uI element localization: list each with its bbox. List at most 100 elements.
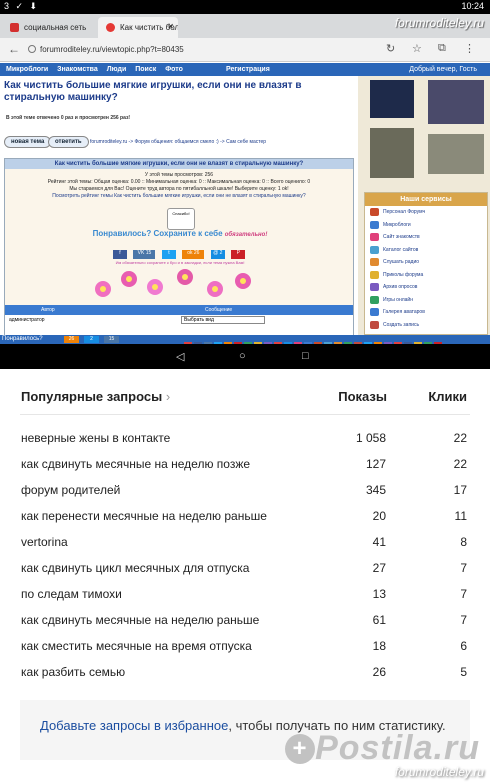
close-tab-icon[interactable]: ✕ <box>167 22 174 31</box>
query-row[interactable]: как перенести месячные на неделю раньше 2… <box>0 503 490 529</box>
thumbnail[interactable] <box>428 80 484 124</box>
site-bottom-bar: Понравилось? 26 2 15 <box>0 335 490 349</box>
query-shows: 61 <box>372 613 386 627</box>
popular-queries-panel: Популярные запросы › Показы Клики неверн… <box>0 369 490 783</box>
pinterest-share-button[interactable]: P <box>231 250 246 259</box>
nav-recents-icon[interactable]: □ <box>302 350 309 362</box>
query-text: форум родителей <box>21 483 121 497</box>
forum-main: Как чистить большие мягкие игрушки, если… <box>0 76 358 335</box>
query-row[interactable]: форум родителей 345 17 <box>0 477 490 503</box>
mail-share-button[interactable]: @ 2 <box>210 250 225 259</box>
query-text: как сместить месячные на время отпуска <box>21 639 252 653</box>
vk-share-button[interactable]: VK 15 <box>133 250 156 259</box>
photo-thumbnails <box>370 80 484 180</box>
status-icons: 3 ✓ ⬇ <box>4 1 40 11</box>
service-icon <box>370 270 379 279</box>
save-prompt: Понравилось? Сохраните к себе обязательн… <box>5 229 355 238</box>
menu-search[interactable]: Поиск <box>135 66 156 73</box>
vk-bottom-button[interactable]: 15 <box>104 336 119 343</box>
add-favorites-link[interactable]: Добавьте запросы в избранное <box>40 718 228 733</box>
query-row[interactable]: как сместить месячные на время отпуска 18… <box>0 633 490 659</box>
query-row[interactable]: как сдвинуть месячные на неделю раньше 61… <box>0 607 490 633</box>
service-label: Архив опросов <box>383 284 418 290</box>
service-item[interactable]: Персонал Форумч <box>365 206 487 219</box>
view-select[interactable]: Выбрать вид <box>181 316 265 324</box>
chevron-right-icon: › <box>165 389 171 404</box>
topic-title[interactable]: Как чистить большие мягкие игрушки, если… <box>4 80 350 104</box>
thumbnail[interactable] <box>428 134 484 174</box>
thumbnail[interactable] <box>370 80 414 118</box>
url-field[interactable]: forumroditeley.ru/viewtopic.php?t=80435 <box>26 42 372 58</box>
query-row[interactable]: неверные жены в контакте 1 058 22 <box>0 425 490 451</box>
popular-queries-heading[interactable]: Популярные запросы › <box>21 389 170 404</box>
ok-share-button[interactable]: ok 26 <box>182 250 205 259</box>
query-text: как сдвинуть месячные на неделю раньше <box>21 613 260 627</box>
plus-circle-icon: + <box>285 734 316 764</box>
post-table-header: Автор Сообщение <box>5 305 353 315</box>
watermark: forumroditeley.ru <box>394 765 484 779</box>
menu-microblogs[interactable]: Микроблоги <box>6 66 48 73</box>
post-row: администратор Выбрать вид <box>5 315 353 335</box>
tab-favicon-icon <box>10 23 19 32</box>
service-icon <box>370 208 379 216</box>
stat-rate-prompt[interactable]: Мы стараемся для Вас! Оцените труд автор… <box>5 186 353 193</box>
browser-tab-active[interactable]: Как чистить боль ✕ <box>98 17 178 38</box>
query-text: как разбить семью <box>21 665 126 679</box>
service-item[interactable]: Каталог сайтов <box>365 244 487 257</box>
service-label: Игры онлайн <box>383 296 413 303</box>
query-text: как сдвинуть месячные на неделю позже <box>21 457 251 471</box>
ok-bottom-button[interactable]: 26 <box>64 336 79 343</box>
query-shows: 13 <box>372 587 386 601</box>
menu-icon[interactable]: ⋮ <box>464 42 475 55</box>
thumbnail[interactable] <box>370 128 414 178</box>
reload-icon[interactable]: ↻ <box>386 42 395 55</box>
service-icon <box>370 258 379 266</box>
service-label: Каталог сайтов <box>383 246 419 253</box>
service-item[interactable]: Микроблоги <box>365 219 487 232</box>
tab-bar: социальная сеть Как чистить боль ✕ forum… <box>0 14 490 38</box>
query-row[interactable]: по следам тимохи 13 7 <box>0 581 490 607</box>
menu-register[interactable]: Регистрация <box>226 66 270 73</box>
thanks-badge[interactable]: Спасибо! <box>167 208 195 230</box>
service-label: Микроблоги <box>383 221 411 228</box>
browser-tab-social[interactable]: социальная сеть <box>2 17 98 38</box>
query-row[interactable]: vertorina 41 8 <box>0 529 490 555</box>
query-text: неверные жены в контакте <box>21 431 171 445</box>
stat-rating-link[interactable]: Посмотреть рейтинг темы Как чистить боль… <box>5 193 353 200</box>
service-item[interactable]: Создать запись <box>365 319 487 332</box>
service-item[interactable]: Галерея аватаров <box>365 306 487 319</box>
menu-people[interactable]: Люди <box>107 66 127 73</box>
service-item[interactable]: Игры онлайн <box>365 294 487 307</box>
service-item[interactable]: Приколы форума <box>365 269 487 282</box>
address-bar: ← forumroditeley.ru/viewtopic.php?t=8043… <box>0 38 490 62</box>
menu-dating[interactable]: Знакомства <box>57 66 98 73</box>
reply-button[interactable]: ответить <box>48 136 89 148</box>
col-message: Сообщение <box>205 307 233 313</box>
mail-bottom-button[interactable]: 2 <box>84 336 99 343</box>
query-row[interactable]: как сдвинуть цикл месячных для отпуска 27… <box>0 555 490 581</box>
tabs-icon[interactable]: ⧉ <box>438 42 446 55</box>
service-item[interactable]: Слушать радио <box>365 256 487 269</box>
back-icon[interactable]: ← <box>8 42 20 56</box>
query-text: как перенести месячные на неделю раньше <box>21 509 267 523</box>
query-row[interactable]: как разбить семью 26 5 <box>0 659 490 685</box>
twitter-share-button[interactable]: t <box>161 250 176 259</box>
query-row[interactable]: как сдвинуть месячные на неделю позже 127… <box>0 451 490 477</box>
service-item[interactable]: Архив опросов <box>365 281 487 294</box>
nav-home-icon[interactable]: ○ <box>239 350 246 362</box>
query-clicks: 5 <box>460 665 467 679</box>
service-label: Создать запись <box>383 321 420 328</box>
service-icon <box>370 308 379 316</box>
star-icon[interactable]: ☆ <box>412 42 422 55</box>
heart-icon <box>106 23 115 32</box>
nav-back-icon[interactable]: ◁ <box>176 350 184 363</box>
service-icon <box>370 245 379 254</box>
post-author[interactable]: администратор <box>9 317 45 323</box>
facebook-share-button[interactable]: f <box>113 250 127 259</box>
new-topic-button[interactable]: новая тема <box>4 136 52 148</box>
query-clicks: 11 <box>454 509 467 523</box>
service-item[interactable]: Сайт знакомств <box>365 231 487 244</box>
menu-photo[interactable]: Фото <box>165 66 183 73</box>
save-prompt-text: Понравилось? Сохраните к себе <box>92 229 223 238</box>
breadcrumb[interactable]: forumroditeley.ru -> Форум общения: обща… <box>90 139 266 145</box>
